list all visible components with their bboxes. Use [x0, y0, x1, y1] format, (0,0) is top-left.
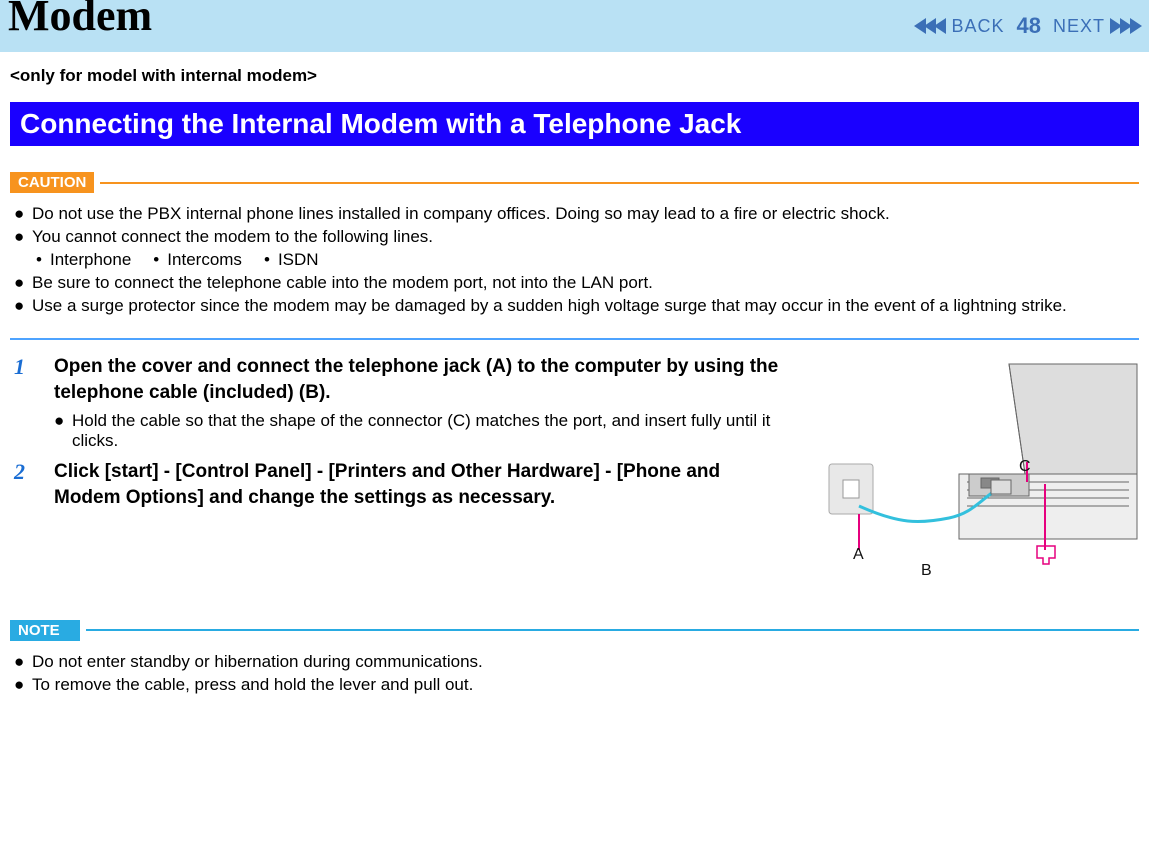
step-sub-text: Hold the cable so that the shape of the …: [72, 411, 779, 451]
list-item: • ISDN: [242, 249, 319, 272]
bullet-icon: ●: [14, 674, 32, 697]
list-item: ● Be sure to connect the telephone cable…: [14, 272, 1139, 295]
step-number: 2: [10, 459, 54, 512]
sub-bullet-text: Intercoms: [167, 249, 242, 272]
bullet-icon: ●: [14, 295, 32, 318]
note-tag: NOTE: [10, 620, 80, 641]
note-block: NOTE ● Do not enter standby or hibernati…: [10, 620, 1139, 697]
step-1: 1 Open the cover and connect the telepho…: [10, 354, 779, 451]
model-note: <only for model with internal modem>: [10, 66, 1139, 86]
bullet-icon: ●: [54, 411, 72, 451]
list-item: ● Use a surge protector since the modem …: [14, 295, 1139, 318]
caution-header-row: CAUTION: [10, 172, 1139, 193]
page-number: 48: [1017, 13, 1041, 39]
main-content: <only for model with internal modem> Con…: [0, 52, 1149, 697]
illustration-label-a: A: [853, 546, 864, 564]
list-item: ● Do not enter standby or hibernation du…: [14, 651, 1139, 674]
note-rule: [86, 629, 1139, 631]
section-heading: Connecting the Internal Modem with a Tel…: [10, 102, 1139, 146]
back-label: BACK: [951, 16, 1004, 37]
illustration: A B C: [799, 354, 1139, 584]
sub-bullet-icon: •: [36, 249, 50, 272]
step-title: Open the cover and connect the telephone…: [54, 354, 779, 407]
step-title: Click [start] - [Control Panel] - [Print…: [54, 459, 779, 512]
steps-column: 1 Open the cover and connect the telepho…: [10, 354, 799, 584]
header-bar: Modem BACK 48 NEXT: [0, 0, 1149, 52]
steps-area: 1 Open the cover and connect the telepho…: [10, 354, 1139, 584]
caution-sub-bullets: • Interphone • Intercoms • ISDN: [14, 249, 1139, 272]
bullet-text: Be sure to connect the telephone cable i…: [32, 272, 653, 295]
list-item: • Interphone: [14, 249, 131, 272]
next-label: NEXT: [1053, 16, 1105, 37]
bullet-text: Do not use the PBX internal phone lines …: [32, 203, 890, 226]
list-item: ● You cannot connect the modem to the fo…: [14, 226, 1139, 249]
bullet-icon: ●: [14, 203, 32, 226]
page-title: Modem: [8, 0, 152, 38]
sub-bullet-icon: •: [264, 249, 278, 272]
step-body: Click [start] - [Control Panel] - [Print…: [54, 459, 779, 512]
modem-illustration-svg: [799, 354, 1139, 584]
illustration-label-b: B: [921, 562, 932, 580]
bullet-text: You cannot connect the modem to the foll…: [32, 226, 433, 249]
step-number: 1: [10, 354, 54, 451]
step-sub: ● Hold the cable so that the shape of th…: [54, 411, 779, 451]
bullet-icon: ●: [14, 272, 32, 295]
note-bullets: ● Do not enter standby or hibernation du…: [10, 651, 1139, 697]
step-body: Open the cover and connect the telephone…: [54, 354, 779, 451]
sub-bullet-text: ISDN: [278, 249, 319, 272]
caution-rule: [100, 182, 1139, 184]
next-arrows-icon: [1111, 18, 1141, 34]
illustration-label-c: C: [1019, 458, 1031, 476]
sub-bullet-icon: •: [153, 249, 167, 272]
next-button[interactable]: NEXT: [1047, 16, 1141, 37]
divider: [10, 338, 1139, 340]
bullet-icon: ●: [14, 651, 32, 674]
back-arrows-icon: [915, 18, 945, 34]
nav-area: BACK 48 NEXT: [915, 0, 1149, 52]
sub-bullet-text: Interphone: [50, 249, 131, 272]
caution-bullets: ● Do not use the PBX internal phone line…: [10, 203, 1139, 318]
back-button[interactable]: BACK: [915, 16, 1010, 37]
note-header-row: NOTE: [10, 620, 1139, 641]
bullet-text: Do not enter standby or hibernation duri…: [32, 651, 483, 674]
list-item: ● To remove the cable, press and hold th…: [14, 674, 1139, 697]
list-item: ● Do not use the PBX internal phone line…: [14, 203, 1139, 226]
caution-tag: CAUTION: [10, 172, 94, 193]
bullet-text: To remove the cable, press and hold the …: [32, 674, 473, 697]
step-2: 2 Click [start] - [Control Panel] - [Pri…: [10, 459, 779, 512]
bullet-icon: ●: [14, 226, 32, 249]
bullet-text: Use a surge protector since the modem ma…: [32, 295, 1067, 318]
list-item: • Intercoms: [131, 249, 242, 272]
